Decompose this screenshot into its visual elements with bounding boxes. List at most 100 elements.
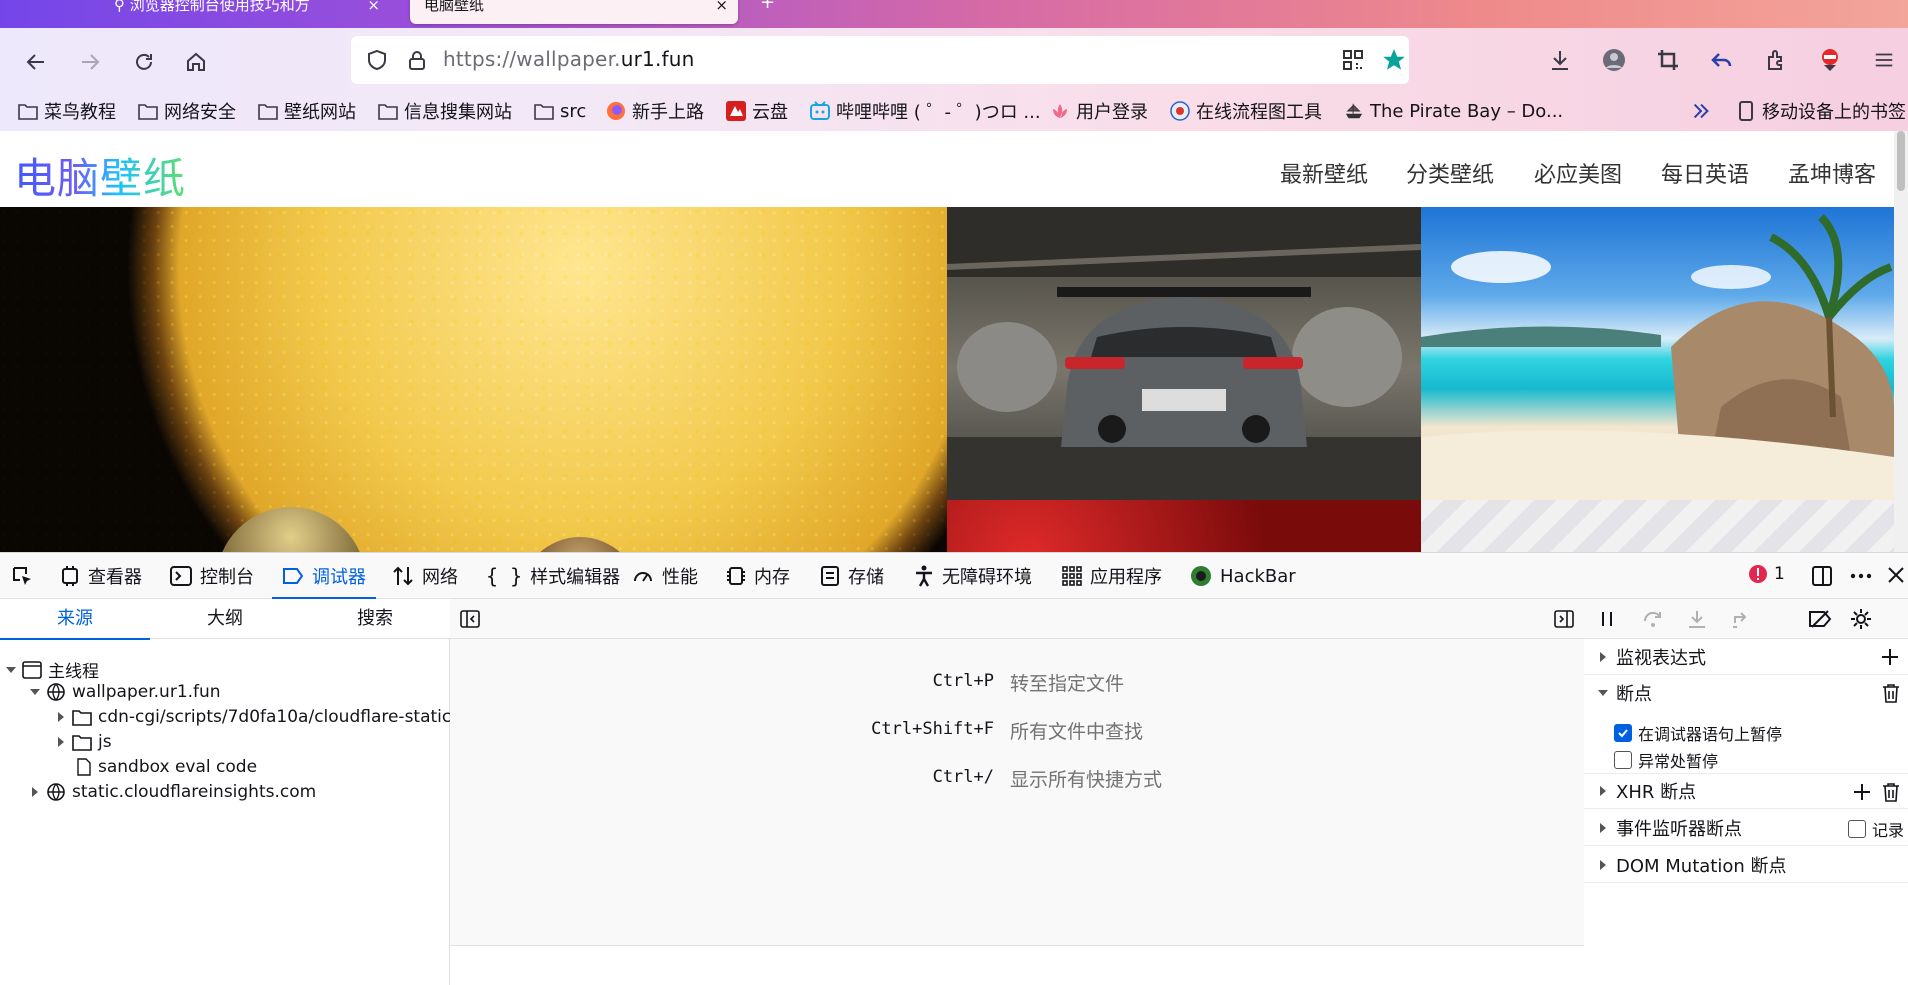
lock-icon[interactable] [405, 48, 429, 72]
tab-debugger[interactable]: 调试器 [272, 553, 376, 599]
bookmark-item[interactable]: 哔哩哔哩 ( ゜- ゜)つロ ... [810, 97, 1041, 125]
tab-console[interactable]: 控制台 [170, 553, 254, 599]
section-watch-expressions[interactable]: 监视表达式 [1584, 639, 1908, 675]
bookmark-item[interactable]: 在线流程图工具 [1170, 97, 1322, 125]
bookmark-item[interactable]: 云盘 [726, 97, 788, 125]
step-over-icon[interactable] [1642, 609, 1664, 629]
section-xhr-breakpoints[interactable]: XHR 断点 [1584, 773, 1908, 809]
shield-icon[interactable] [365, 48, 389, 72]
menu-hamburger-icon[interactable] [1868, 44, 1900, 76]
trash-icon[interactable] [1882, 683, 1900, 703]
tree-domain-wallpaper[interactable]: wallpaper.ur1.fun [30, 682, 221, 702]
tab-close-icon[interactable]: × [715, 0, 728, 16]
extensions-icon[interactable] [1760, 44, 1792, 76]
toggle-sources-pane-icon[interactable] [460, 609, 480, 629]
nav-daily-english[interactable]: 每日英语 [1661, 157, 1749, 189]
wallpaper-anime-characters[interactable] [1421, 500, 1894, 552]
tab-outline[interactable]: 大纲 [150, 599, 300, 639]
tab-memory[interactable]: 内存 [726, 553, 790, 599]
bookmark-item[interactable]: src [534, 97, 586, 125]
pause-on-debugger-statement[interactable]: 在调试器语句上暂停 [1614, 721, 1782, 745]
tree-folder-js[interactable]: js [56, 732, 112, 752]
adblock-icon[interactable] [1814, 44, 1846, 76]
deactivate-breakpoints-icon[interactable] [1808, 609, 1832, 629]
tree-main-thread[interactable]: 主线程 [6, 657, 99, 682]
bookmark-item[interactable]: 用户登录 [1050, 97, 1148, 125]
tab-accessibility[interactable]: 无障碍环境 [914, 553, 1032, 599]
tab-style-editor[interactable]: { } 样式编辑器 [486, 553, 620, 599]
nav-category[interactable]: 分类壁纸 [1406, 157, 1494, 189]
tab-sources[interactable]: 来源 [0, 599, 150, 640]
dock-side-icon[interactable] [1810, 564, 1834, 588]
checkbox[interactable] [1848, 820, 1866, 838]
nav-blog[interactable]: 孟坤博客 [1788, 157, 1876, 189]
tab-console-tips[interactable]: ⚲ 浏览器控制台使用技巧和方 × [100, 0, 390, 24]
back-button[interactable] [18, 44, 54, 80]
shortcut-desc[interactable]: 所有文件中查找 [1010, 717, 1143, 744]
log-events-toggle[interactable]: 记录 [1848, 817, 1904, 841]
pause-icon[interactable] [1598, 610, 1616, 628]
home-button[interactable] [178, 44, 214, 80]
account-avatar-icon[interactable] [1598, 44, 1630, 76]
bookmark-item[interactable]: 壁纸网站 [258, 97, 356, 125]
reload-button[interactable] [126, 44, 162, 80]
tab-storage[interactable]: 存储 [820, 553, 884, 599]
tab-search[interactable]: 搜索 [300, 599, 450, 639]
wallpaper-cherries[interactable] [947, 500, 1421, 552]
url-bar[interactable]: https://wallpaper.ur1.fun [351, 36, 1409, 84]
bookmark-item[interactable]: 信息搜集网站 [378, 97, 512, 125]
error-count-badge[interactable]: 1 [1748, 564, 1785, 584]
tree-folder-cdn-cgi[interactable]: cdn-cgi/scripts/7d0fa10a/cloudflare-stat… [56, 707, 451, 727]
tab-inspector[interactable]: 查看器 [60, 553, 142, 599]
section-breakpoints[interactable]: 断点 [1584, 675, 1908, 711]
undo-arrow-icon[interactable] [1706, 44, 1738, 76]
bookmark-star-icon[interactable] [1381, 47, 1407, 73]
tab-performance[interactable]: 性能 [632, 553, 698, 599]
wallpaper-tropical-beach[interactable] [1421, 207, 1894, 500]
downloads-icon[interactable] [1544, 44, 1576, 76]
wallpaper-sun-planets[interactable] [0, 207, 947, 552]
scroll-thumb[interactable] [1897, 131, 1905, 191]
bookmark-item[interactable]: 新手上路 [606, 97, 704, 125]
page-scrollbar[interactable] [1894, 131, 1908, 552]
tab-application[interactable]: 应用程序 [1062, 553, 1162, 599]
tab-wallpaper[interactable]: 电脑壁纸 × [410, 0, 738, 24]
shortcut-desc[interactable]: 转至指定文件 [1010, 669, 1124, 696]
trash-icon[interactable] [1882, 782, 1900, 802]
nav-latest[interactable]: 最新壁纸 [1280, 157, 1368, 189]
section-dom-mutation-breakpoints[interactable]: DOM Mutation 断点 [1584, 847, 1908, 883]
tree-file-sandbox-eval[interactable]: sandbox eval code [76, 757, 257, 777]
bookmark-item[interactable]: 菜鸟教程 [18, 97, 116, 125]
shortcut-desc[interactable]: 显示所有快捷方式 [1010, 765, 1162, 792]
tab-network[interactable]: 网络 [392, 553, 458, 599]
checkbox[interactable] [1614, 751, 1632, 769]
close-devtools-icon[interactable] [1886, 565, 1906, 585]
toggle-debug-pane-icon[interactable] [1554, 609, 1574, 629]
more-options-icon[interactable] [1848, 564, 1874, 588]
bookmark-item[interactable]: The Pirate Bay – Do... [1344, 97, 1563, 125]
wallpaper-porsche-car[interactable] [947, 207, 1421, 500]
bookmarks-overflow-chevron-icon[interactable] [1690, 100, 1714, 124]
add-watch-icon[interactable] [1880, 647, 1900, 667]
tree-domain-cloudflareinsights[interactable]: static.cloudflareinsights.com [30, 782, 316, 802]
qr-code-icon[interactable] [1341, 48, 1365, 72]
step-in-icon[interactable] [1686, 609, 1708, 629]
pause-on-exceptions[interactable]: 异常处暂停 [1614, 748, 1718, 772]
add-xhr-icon[interactable] [1852, 782, 1872, 802]
site-logo[interactable]: 电脑壁纸 [14, 145, 186, 206]
tab-hackbar[interactable]: HackBar [1190, 553, 1296, 599]
mobile-bookmarks[interactable]: 移动设备上的书签 [1736, 97, 1906, 125]
nav-bing[interactable]: 必应美图 [1534, 157, 1622, 189]
settings-gear-icon[interactable] [1850, 608, 1872, 630]
bookmark-item[interactable]: 网络安全 [138, 97, 236, 125]
url-text[interactable]: https://wallpaper.ur1.fun [443, 47, 695, 71]
element-picker-button[interactable] [10, 553, 34, 599]
forward-button[interactable] [72, 44, 108, 80]
car-illustration [947, 207, 1421, 500]
section-event-listener-breakpoints[interactable]: 事件监听器断点 记录 [1584, 810, 1908, 846]
screenshot-crop-icon[interactable] [1652, 44, 1684, 76]
new-tab-icon[interactable]: + [760, 0, 780, 12]
step-out-icon[interactable] [1730, 609, 1752, 629]
checkbox-checked[interactable] [1614, 724, 1632, 742]
tab-close-icon[interactable]: × [367, 0, 380, 16]
